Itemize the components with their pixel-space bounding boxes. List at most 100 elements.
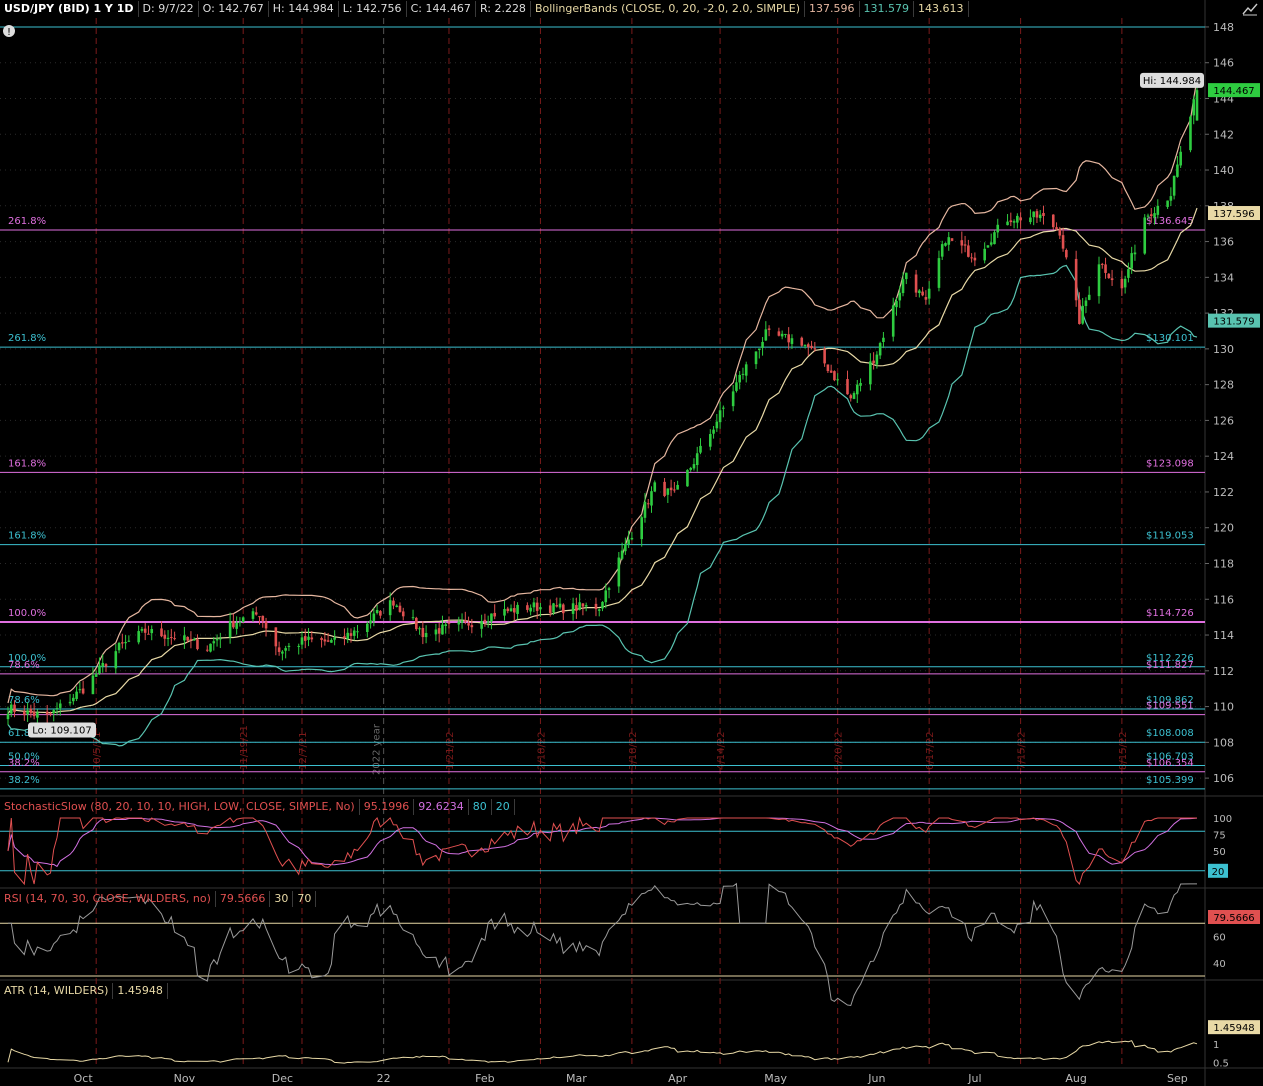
- candle-body: [663, 481, 666, 497]
- candle-body: [261, 615, 265, 621]
- fib-price-label: $130.101: [1146, 333, 1194, 344]
- candle-body: [869, 361, 872, 385]
- candle-body: [826, 364, 830, 372]
- candle-body: [810, 345, 813, 349]
- candle-body: [333, 637, 336, 640]
- candle-body: [708, 434, 712, 447]
- candle-body: [421, 627, 425, 638]
- candle-body: [761, 341, 764, 348]
- candle-body: [986, 245, 990, 248]
- stoch-title[interactable]: StochasticSlow (80, 20, 10, 10, HIGH, LO…: [0, 799, 360, 815]
- candle-body: [950, 238, 954, 241]
- price-tick-label: 120: [1213, 522, 1234, 535]
- candle-body: [529, 607, 532, 612]
- candle-body: [464, 620, 467, 622]
- candle-body: [872, 360, 875, 364]
- candle-body: [836, 379, 839, 381]
- candle-body: [23, 711, 26, 716]
- candle-body: [287, 645, 291, 647]
- chart-canvas[interactable]: 1481461441421401381361341321301281261241…: [0, 0, 1263, 1086]
- candle-body: [1107, 273, 1111, 279]
- candle-body: [620, 550, 624, 559]
- candle-body: [36, 712, 39, 718]
- candle-body: [52, 710, 56, 714]
- atr-title[interactable]: ATR (14, WILDERS): [0, 983, 114, 999]
- candle-body: [846, 379, 849, 395]
- candle-body: [960, 240, 964, 246]
- price-tick-label: 140: [1213, 164, 1234, 177]
- candle-body: [467, 623, 470, 626]
- candle-body: [757, 348, 761, 350]
- candle-body: [1100, 263, 1104, 265]
- candle-body: [738, 374, 741, 383]
- candle-body: [676, 484, 679, 490]
- candle-body: [607, 588, 611, 590]
- candle-body: [401, 611, 405, 617]
- stoch-tick-label: 100: [1213, 814, 1232, 825]
- fib-pct-label: 78.6%: [8, 660, 40, 671]
- stoch-tick-label: 75: [1213, 831, 1226, 842]
- fib-pct-label: 38.2%: [8, 775, 40, 786]
- price-tick-label: 118: [1213, 557, 1234, 570]
- candle-body: [895, 301, 898, 308]
- candle-body: [212, 641, 216, 644]
- last-price-tag: 144.467: [1213, 86, 1254, 97]
- candle-body: [548, 605, 552, 613]
- candle-body: [787, 334, 790, 343]
- candle-body: [1058, 229, 1062, 236]
- candle-body: [767, 328, 771, 330]
- candle-body: [424, 633, 428, 638]
- price-tick-label: 136: [1213, 236, 1234, 249]
- candle-body: [875, 354, 879, 365]
- candle-body: [940, 244, 944, 257]
- candle-body: [558, 603, 562, 608]
- candle-body: [127, 640, 131, 642]
- candle-body: [349, 633, 353, 636]
- candle-body: [898, 292, 902, 301]
- fib-price-label: $108.008: [1146, 728, 1194, 739]
- candle-body: [310, 637, 314, 640]
- bb-lower-tag: 131.579: [1213, 317, 1254, 328]
- date-marker-label: 5/20/22: [834, 731, 845, 770]
- candle-body: [506, 608, 510, 612]
- candle-body: [852, 393, 856, 399]
- candle-body: [1061, 235, 1065, 249]
- candle-body: [718, 410, 722, 423]
- lo-marker-label: Lo: 109.107: [32, 726, 91, 737]
- candle-body: [352, 630, 356, 636]
- x-axis-label: Oct: [74, 1072, 94, 1085]
- candle-body: [699, 445, 702, 453]
- candle-body: [13, 704, 16, 713]
- candle-body: [281, 651, 284, 654]
- candle-body: [143, 628, 147, 633]
- price-tick-label: 112: [1213, 665, 1234, 678]
- candle-body: [1074, 258, 1078, 301]
- candle-body: [277, 647, 281, 652]
- fib-price-label: $106.354: [1146, 758, 1194, 769]
- candle-body: [901, 279, 905, 294]
- fib-pct-label: 161.8%: [8, 458, 46, 469]
- candle-body: [75, 691, 78, 699]
- rsi-lo-readout: 30: [270, 891, 294, 907]
- candle-body: [1146, 215, 1150, 217]
- candle-body: [849, 395, 853, 399]
- candle-body: [1012, 221, 1016, 223]
- stoch-header: StochasticSlow (80, 20, 10, 10, HIGH, LO…: [0, 798, 515, 816]
- candle-body: [973, 257, 977, 261]
- candle-body: [1169, 196, 1173, 201]
- rsi-header: RSI (14, 70, 30, CLOSE, WILDERS, no) 79.…: [0, 890, 317, 908]
- fib-price-label: $105.399: [1146, 775, 1194, 786]
- candle-body: [937, 258, 941, 288]
- candle-body: [98, 665, 101, 674]
- price-tick-label: 108: [1213, 736, 1234, 749]
- stoch-k-line: [7, 816, 1197, 886]
- candle-body: [689, 467, 692, 470]
- stoch-k-readout: 95.1996: [360, 799, 415, 815]
- date-marker-label: 6/17/22: [925, 731, 936, 770]
- candle-body: [232, 620, 235, 628]
- candle-body: [392, 600, 395, 606]
- rsi-title[interactable]: RSI (14, 70, 30, CLOSE, WILDERS, no): [0, 891, 216, 907]
- atr-header: ATR (14, WILDERS) 1.45948: [0, 982, 168, 1000]
- candle-body: [581, 603, 585, 607]
- candle-body: [627, 539, 630, 544]
